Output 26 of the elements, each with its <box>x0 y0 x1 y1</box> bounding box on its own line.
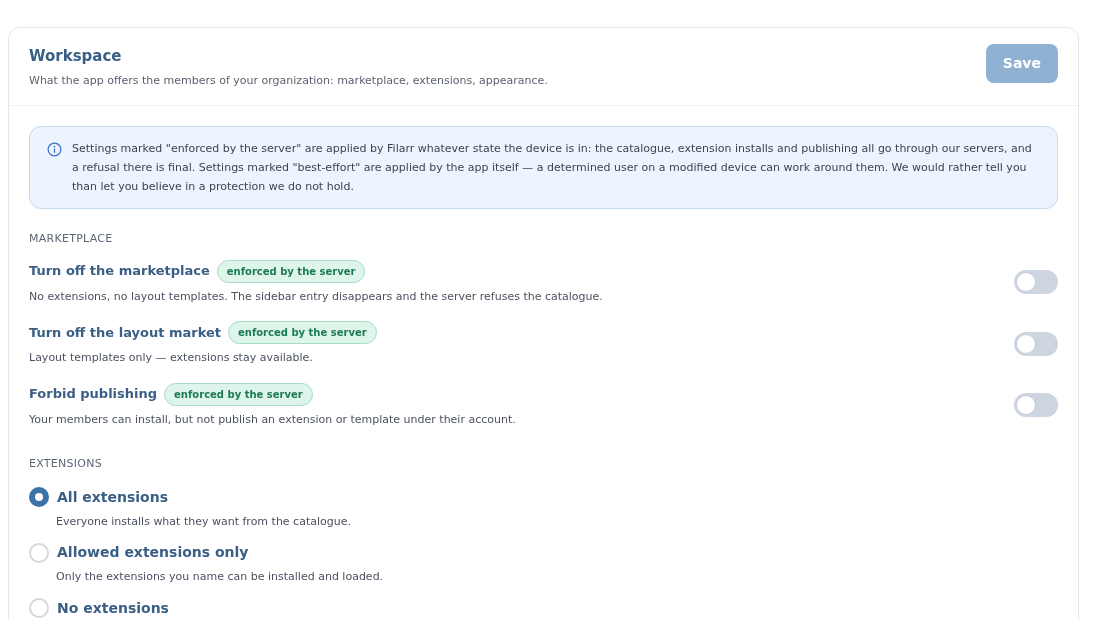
radio-button[interactable] <box>29 598 49 618</box>
setting-description: No extensions, no layout templates. The sidebar entry disappears and the server refuses the catalogue. <box>29 288 603 305</box>
enforcement-badge: enforced by the server <box>164 382 313 406</box>
enforcement-badge: enforced by the server <box>216 259 366 283</box>
toggle-switch[interactable] <box>1014 331 1058 356</box>
section-heading: EXTENSIONS <box>29 456 104 472</box>
enforcement-badge: enforced by the server <box>228 321 377 344</box>
setting-label: Turn off the layout market <box>29 323 221 342</box>
toggle-switch[interactable] <box>1014 393 1058 418</box>
notice-text: Settings marked "enforced by the server" are applied by Filarr whatever state the device is in: the catalogue, extension installs and publishing all go through our servers, and a refusal there is final. Settings marked "best-effort" are applied by the app itself — a determined user on a modified device can work around them. We would rather tell you than let you believe in a protection we do not hold. <box>72 141 1033 195</box>
option-description: Only the extensions you name can be installed and loaded. <box>55 569 385 585</box>
toggle-switch[interactable] <box>1014 270 1058 295</box>
section-heading: MARKETPLACE <box>29 231 114 247</box>
option-description: Everyone installs what they want from the catalogue. <box>55 513 352 530</box>
page-title: Workspace <box>29 46 123 67</box>
setting-label: Forbid publishing <box>29 385 158 404</box>
radio-button[interactable] <box>29 542 49 563</box>
info-icon <box>47 142 62 157</box>
option-label: No extensions <box>57 598 169 618</box>
setting-description: Layout templates only — extensions stay available. <box>29 350 314 366</box>
option-label: All extensions <box>57 487 169 507</box>
option-label: Allowed extensions only <box>57 543 249 562</box>
setting-description: Your members can install, but not publish an extension or template under their account. <box>29 411 516 428</box>
page-subtitle: What the app offers the members of your organization: marketplace, extensions, appearance. <box>29 72 548 89</box>
radio-button[interactable] <box>29 487 49 507</box>
setting-label: Turn off the marketplace <box>29 262 210 281</box>
